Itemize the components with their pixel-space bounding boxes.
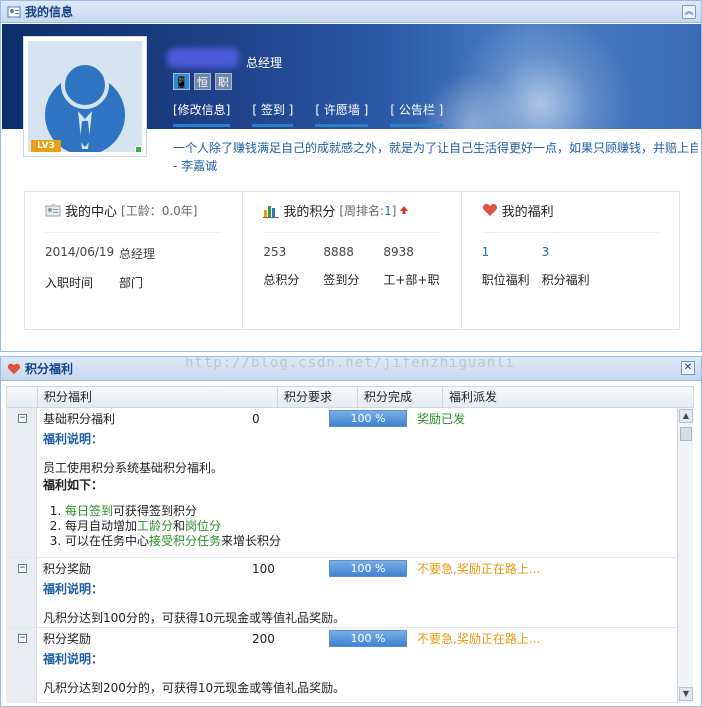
edit-info-link[interactable]: [修改信息] [173, 101, 231, 127]
welfare-requirement: 0 [252, 412, 260, 426]
welfare-name: 积分奖励 [43, 562, 92, 576]
username-redacted [167, 48, 239, 68]
my-welfare-card: 我的福利 1 3 职位福利 积分福利 [462, 192, 679, 329]
collapse-row-icon[interactable]: − [18, 564, 27, 573]
rank-suffix: ] [391, 203, 397, 218]
bulletin-link[interactable]: [ 公告栏 ] [390, 101, 444, 127]
weekly-rank-value: 1 [384, 203, 392, 218]
position-points-link[interactable]: 岗位分 [185, 519, 221, 533]
watermark: http://blog.csdn.net/jifenzhiguanli [185, 355, 516, 371]
user-badges: 📱 恒 职 [173, 73, 232, 90]
my-center-card: 我的中心 [工龄：0.0年] 2014/06/19 总经理 入职时间 部门 [25, 192, 244, 329]
welfare-requirement: 200 [252, 632, 275, 646]
table-row: − 积分奖励 200 100 % 不要急,奖励正在路上... 福利说明： 凡积分… [6, 628, 678, 703]
welfare-panel-title: 积分福利 [25, 362, 74, 376]
daily-checkin-link[interactable]: 每日签到 [65, 504, 113, 518]
profile-nav: [修改信息] [ 签到 ] [ 许愿墙 ] [ 公告栏 ] [173, 101, 444, 127]
list-item: 可以在任务中心接受积分任务来增长积分 [65, 534, 678, 549]
close-icon[interactable]: ✕ [681, 361, 695, 375]
user-role: 总经理 [246, 56, 283, 70]
scroll-up-icon[interactable]: ▲ [679, 409, 693, 423]
welfare-grid-header: 积分福利 积分要求 积分完成 福利派发 [6, 386, 694, 408]
checkin-points-value: 8888 [323, 245, 354, 259]
rank-up-arrow-icon [400, 206, 409, 214]
bar-chart-icon [263, 206, 280, 218]
list-item: 每日签到可获得签到积分 [65, 504, 678, 519]
wish-wall-link[interactable]: [ 许愿墙 ] [315, 101, 369, 127]
table-row: − 积分奖励 100 100 % 不要急,奖励正在路上... 福利说明： 凡积分… [6, 558, 678, 628]
default-avatar-icon [28, 41, 142, 152]
seniority-text: [工龄：0.0年] [121, 203, 198, 218]
points-welfare-value[interactable]: 3 [542, 245, 550, 259]
benefits-title: 福利如下： [43, 478, 104, 492]
my-points-title: 我的积分 [283, 204, 336, 220]
total-points-value: 253 [263, 245, 287, 259]
scroll-down-icon[interactable]: ▼ [679, 687, 693, 701]
mobile-badge-icon[interactable]: 📱 [173, 73, 190, 90]
welfare-name: 基础积分福利 [43, 412, 116, 426]
position-badge[interactable]: 职 [215, 73, 232, 90]
progress-bar: 100 % [329, 410, 407, 427]
rank-prefix: [周排名: [339, 203, 385, 218]
scroll-thumb[interactable] [680, 427, 692, 441]
id-card-icon [45, 204, 61, 217]
position-welfare-value[interactable]: 1 [482, 245, 542, 259]
vertical-scrollbar[interactable]: ▲ ▼ [677, 408, 693, 703]
avatar[interactable]: LV3 [23, 36, 147, 157]
heng-badge[interactable]: 恒 [194, 73, 211, 90]
checkin-points-label: 签到分 [323, 273, 360, 287]
detail-label: 福利说明： [43, 652, 104, 666]
heart-icon [482, 204, 497, 216]
stats-summary: 我的中心 [工龄：0.0年] 2014/06/19 总经理 入职时间 部门 我的… [24, 191, 680, 330]
my-welfare-title: 我的福利 [501, 204, 554, 220]
department-value: 总经理 [119, 247, 156, 261]
seniority-points-link[interactable]: 工龄分 [137, 519, 173, 533]
distribution-status[interactable]: 不要急,奖励正在路上... [411, 558, 540, 580]
user-info-icon [7, 6, 21, 17]
detail-text: 凡积分达到200分的，可获得10元现金或等值礼品奖励。 [43, 681, 346, 695]
distribution-status[interactable]: 不要急,奖励正在路上... [411, 628, 540, 650]
collapse-row-icon[interactable]: − [18, 414, 27, 423]
column-requirement[interactable]: 积分要求 [278, 387, 358, 407]
motto-text: 一个人除了赚钱满足自己的成就感之外，就是为了让自己生活得更好一点，如果只顾赚钱，… [173, 141, 698, 155]
detail-text: 凡积分达到100分的，可获得10元现金或等值礼品奖励。 [43, 611, 346, 625]
list-item: 每月自动增加工龄分和岗位分 [65, 519, 678, 534]
department-label: 部门 [119, 276, 144, 290]
hire-date-value: 2014/06/19 [45, 245, 115, 259]
welfare-grid-body: − 基础积分福利 0 100 % 奖励已发 福利说明： 员工使用积分系统基础积分… [6, 408, 678, 703]
total-points-label: 总积分 [263, 273, 300, 287]
collapse-row-icon[interactable]: − [18, 634, 27, 643]
my-center-title: 我的中心 [65, 204, 118, 220]
combined-points-label: 工+部+职 [383, 273, 440, 287]
motto-author: - 李嘉诚 [173, 159, 218, 173]
points-welfare-label: 积分福利 [541, 273, 590, 287]
column-welfare[interactable]: 积分福利 [38, 387, 278, 407]
profile-panel-header: 我的信息 ︽ [1, 1, 701, 23]
profile-panel-title: 我的信息 [25, 5, 74, 19]
combined-points-value: 8938 [383, 245, 414, 259]
welfare-requirement: 100 [252, 562, 275, 576]
table-row: − 基础积分福利 0 100 % 奖励已发 福利说明： 员工使用积分系统基础积分… [6, 408, 678, 558]
detail-text: 员工使用积分系统基础积分福利。 [43, 461, 224, 475]
welfare-panel: 积分福利 ✕ 积分福利 积分要求 积分完成 福利派发 − 基础积分福利 0 10… [0, 356, 702, 707]
accept-task-link[interactable]: 接受积分任务 [149, 534, 221, 548]
position-welfare-label: 职位福利 [481, 273, 530, 287]
level-badge: LV3 [31, 140, 61, 152]
column-progress[interactable]: 积分完成 [358, 387, 443, 407]
heart-icon [7, 363, 21, 374]
my-points-card: 我的积分 [周排名:1] 253 8888 8938 总积分 签到分 工+部+职 [243, 192, 462, 329]
hire-date-label: 入职时间 [45, 276, 94, 290]
check-in-link[interactable]: [ 签到 ] [252, 101, 294, 127]
benefits-list: 每日签到可获得签到积分 每月自动增加工龄分和岗位分 可以在任务中心接受积分任务来… [43, 504, 678, 549]
online-status-dot [135, 146, 142, 153]
double-chevron-up-icon[interactable]: ︽ [682, 4, 696, 19]
detail-label: 福利说明： [43, 432, 104, 446]
detail-label: 福利说明： [43, 582, 104, 596]
profile-panel: 我的信息 ︽ LV3 总经理 📱 恒 职 [修改信息] [ 签到 ] [ 许愿墙… [0, 0, 702, 352]
progress-bar: 100 % [329, 560, 407, 577]
column-distribution[interactable]: 福利派发 [443, 387, 693, 407]
distribution-status: 奖励已发 [417, 412, 466, 426]
progress-bar: 100 % [329, 630, 407, 647]
welfare-name: 积分奖励 [43, 632, 92, 646]
